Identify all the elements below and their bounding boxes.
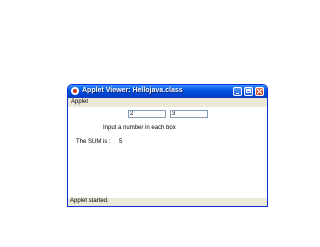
- window-title: Applet Viewer: Hellojava.class: [82, 87, 183, 94]
- sum-value: 5: [119, 139, 123, 145]
- menu-bar: Applet: [68, 98, 267, 107]
- applet-viewer-window: Applet Viewer: Hellojava.class Applet In…: [67, 84, 268, 207]
- maximize-icon[interactable]: [244, 87, 253, 96]
- minimize-icon[interactable]: [233, 87, 242, 96]
- close-icon[interactable]: [255, 87, 264, 96]
- menu-applet[interactable]: Applet: [71, 98, 88, 107]
- number-field-a[interactable]: [128, 110, 166, 118]
- title-bar[interactable]: Applet Viewer: Hellojava.class: [68, 85, 267, 98]
- java-icon[interactable]: [71, 87, 79, 95]
- input-prompt: Input a number in each box: [103, 125, 176, 131]
- status-bar: Applet started.: [68, 198, 267, 206]
- status-text: Applet started.: [70, 198, 109, 204]
- applet-panel: Input a number in each box The SUM is : …: [68, 107, 267, 198]
- sum-label: The SUM is :: [76, 139, 111, 145]
- number-field-b[interactable]: [170, 110, 208, 118]
